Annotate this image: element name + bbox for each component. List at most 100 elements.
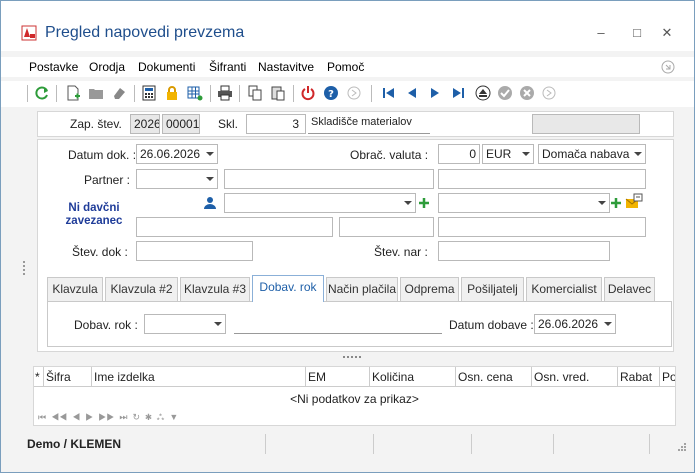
splitter-handle[interactable] xyxy=(343,356,361,359)
grid-header-em[interactable]: EM xyxy=(306,367,370,387)
minimize-button[interactable]: – xyxy=(591,25,611,41)
tab-posiljatelj[interactable]: Pošiljatelj xyxy=(461,277,524,301)
grid-header-rabat[interactable]: Rabat xyxy=(618,367,660,387)
chevron-down-icon[interactable] xyxy=(522,152,530,156)
post-code-field[interactable] xyxy=(339,217,434,237)
nav-next-icon[interactable]: ▶ xyxy=(85,412,93,422)
datum-dobave-value: 26.06.2026 xyxy=(538,317,599,331)
menu-pomoc[interactable]: Pomoč xyxy=(327,60,364,74)
paste-icon[interactable] xyxy=(270,85,286,101)
zap-year-field[interactable]: 2026 xyxy=(130,114,160,134)
menu-nastavitve[interactable]: Nastavitve xyxy=(258,60,314,74)
open-folder-icon[interactable] xyxy=(88,85,104,101)
skl-label: Skl. xyxy=(218,117,239,131)
forward-disabled-icon[interactable] xyxy=(346,85,362,101)
grid-header-sifra[interactable]: Šifra xyxy=(44,367,92,387)
print-icon[interactable] xyxy=(217,85,233,101)
datum-dok-field[interactable]: 26.06.2026 xyxy=(136,144,218,164)
contact-select[interactable] xyxy=(224,193,416,213)
user-icon[interactable] xyxy=(203,196,217,210)
power-icon[interactable] xyxy=(300,85,316,101)
grid-settings-icon[interactable] xyxy=(187,85,203,101)
zap-number-field[interactable]: 00001 xyxy=(162,114,200,134)
nav-prev-page-icon[interactable]: ◀◀ xyxy=(51,412,67,422)
tab-odprema[interactable]: Odprema xyxy=(400,277,459,301)
add-contact-icon[interactable] xyxy=(418,197,430,209)
new-document-icon[interactable] xyxy=(65,85,81,101)
cancel-icon[interactable] xyxy=(519,85,535,101)
first-record-icon[interactable] xyxy=(381,85,397,101)
chevron-down-icon[interactable] xyxy=(206,177,214,181)
valuta-currency-select[interactable]: EUR xyxy=(482,144,534,164)
close-button[interactable]: ✕ xyxy=(657,25,677,41)
dobav-rok-select[interactable] xyxy=(144,314,226,334)
menu-bar: Postavke Orodja Dokumenti Šifranti Nasta… xyxy=(1,57,694,77)
nav-refresh-icon[interactable]: ↻ xyxy=(133,412,141,422)
menu-postavke[interactable]: Postavke xyxy=(29,60,78,74)
chevron-down-icon[interactable] xyxy=(206,152,214,156)
city-field[interactable] xyxy=(438,217,646,237)
nabava-select[interactable]: Domača nabava xyxy=(538,144,646,164)
nav-insert-icon[interactable]: ✱ xyxy=(145,412,152,422)
partner-name-field[interactable] xyxy=(224,169,434,189)
chevron-down-icon[interactable] xyxy=(604,322,612,326)
nav-prev-icon[interactable]: ◀ xyxy=(72,412,80,422)
menu-sifranti[interactable]: Šifranti xyxy=(209,60,246,74)
address-line-field[interactable] xyxy=(136,217,333,237)
tab-dobav-rok[interactable]: Dobav. rok xyxy=(252,275,324,302)
tab-klavzula[interactable]: Klavzula xyxy=(47,277,103,301)
nav-first-icon[interactable]: ⏮ xyxy=(38,412,46,422)
help-icon[interactable]: ? xyxy=(323,85,339,101)
splitter-handle[interactable] xyxy=(23,261,25,275)
document-header: Zap. štev. 2026 00001 Skl. 3 Skladišče m… xyxy=(37,111,674,137)
tab-klavzula-3[interactable]: Klavzula #3 xyxy=(180,277,250,301)
stev-nar-field[interactable] xyxy=(438,241,610,261)
stev-dok-field[interactable] xyxy=(136,241,253,261)
grid-header-kolicina[interactable]: Količina xyxy=(370,367,456,387)
grid-header-osn-cena[interactable]: Osn. cena xyxy=(456,367,532,387)
datum-dok-value: 26.06.2026 xyxy=(140,147,201,161)
nav-next-page-icon[interactable]: ▶▶ xyxy=(98,412,114,422)
menu-dokumenti[interactable]: Dokumenti xyxy=(138,60,195,74)
valuta-amount-field[interactable]: 0 xyxy=(438,144,480,164)
tab-delavec[interactable]: Delavec xyxy=(604,277,655,301)
next-record-icon[interactable] xyxy=(427,85,443,101)
tab-klavzula-2[interactable]: Klavzula #2 xyxy=(105,277,178,301)
collapse-ribbon-icon[interactable] xyxy=(661,60,675,74)
add-address-icon[interactable] xyxy=(610,197,622,209)
confirm-icon[interactable] xyxy=(497,85,513,101)
refresh-icon[interactable] xyxy=(34,85,50,101)
lock-icon[interactable] xyxy=(164,85,180,101)
nav-last-icon[interactable]: ⏭ xyxy=(119,412,127,422)
skl-select[interactable]: 3 xyxy=(246,114,306,134)
grid-header-osn-vred[interactable]: Osn. vred. xyxy=(532,367,618,387)
tab-nacin-placila[interactable]: Način plačila xyxy=(326,277,398,301)
last-record-icon[interactable] xyxy=(450,85,466,101)
nav-insert-copy-icon[interactable]: ⁂ xyxy=(157,412,165,422)
nav-filter-icon[interactable]: ▼ xyxy=(169,412,178,422)
partner-extra-field[interactable] xyxy=(438,169,646,189)
partner-code-select[interactable] xyxy=(136,169,218,189)
address-select[interactable] xyxy=(438,193,610,213)
chevron-down-icon[interactable] xyxy=(634,152,642,156)
dobav-rok-text-field[interactable] xyxy=(234,314,442,334)
grid-header-ime-izdelka[interactable]: Ime izdelka xyxy=(92,367,306,387)
tab-komercialist[interactable]: Komercialist xyxy=(526,277,602,301)
datum-dobave-field[interactable]: 26.06.2026 xyxy=(534,314,616,334)
chevron-down-icon[interactable] xyxy=(598,201,606,205)
menu-orodja[interactable]: Orodja xyxy=(89,60,125,74)
maximize-button[interactable]: □ xyxy=(627,25,647,41)
grid-header-star[interactable]: * xyxy=(34,367,44,387)
eject-icon[interactable] xyxy=(475,85,491,101)
envelope-icon[interactable] xyxy=(625,193,643,211)
chevron-down-icon[interactable] xyxy=(214,322,222,326)
grid-header-po[interactable]: Po xyxy=(660,367,675,387)
previous-record-icon[interactable] xyxy=(404,85,420,101)
forward-disabled-icon[interactable] xyxy=(541,85,557,101)
resize-grip-icon[interactable] xyxy=(677,442,687,452)
status-bar: Demo / KLEMEN xyxy=(1,433,694,455)
chevron-down-icon[interactable] xyxy=(404,201,412,205)
eraser-icon[interactable] xyxy=(111,85,127,101)
calculator-icon[interactable] xyxy=(141,85,157,101)
copy-icon[interactable] xyxy=(247,85,263,101)
